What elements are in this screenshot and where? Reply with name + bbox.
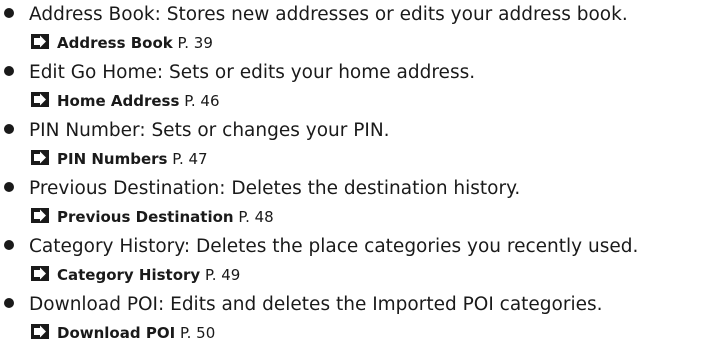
cross-reference[interactable]: Download POI P. 50 — [31, 320, 215, 346]
list-item: Previous Destination: Deletes the destin… — [0, 174, 714, 234]
item-term: Edit Go Home — [29, 62, 157, 83]
reference-title: Previous Destination — [57, 208, 234, 226]
list-item: Address Book: Stores new addresses or ed… — [0, 0, 714, 60]
reference-arrow-icon — [31, 92, 49, 107]
cross-reference[interactable]: Previous Destination P. 48 — [31, 204, 274, 230]
reference-page: P. 39 — [177, 34, 213, 52]
item-line: Category History: Deletes the place cate… — [0, 232, 638, 262]
bullet-dot-icon — [4, 124, 14, 134]
item-term: Previous Destination — [29, 178, 220, 199]
list-item: Download POI: Edits and deletes the Impo… — [0, 290, 714, 350]
reference-page: P. 50 — [179, 324, 216, 342]
item-description: : Sets or edits your home address. — [156, 62, 476, 83]
item-line: Download POI: Edits and deletes the Impo… — [0, 290, 603, 320]
item-description: : Deletes the destination history. — [219, 178, 521, 199]
reference-title: Address Book — [57, 34, 173, 52]
bullet-dot-icon — [4, 66, 14, 76]
list-item: Edit Go Home: Sets or edits your home ad… — [0, 58, 714, 118]
item-line: PIN Number: Sets or changes your PIN. — [0, 116, 390, 146]
bullet-dot-icon — [4, 298, 14, 308]
item-term: PIN Number — [29, 120, 140, 141]
reference-title: Home Address — [57, 92, 180, 110]
list-item: PIN Number: Sets or changes your PIN. PI… — [0, 116, 714, 176]
reference-arrow-icon — [31, 266, 49, 281]
item-description: : Stores new addresses or edits your add… — [154, 4, 628, 25]
cross-reference[interactable]: Category History P. 49 — [31, 262, 240, 288]
cross-reference[interactable]: Address Book P. 39 — [31, 30, 213, 56]
item-description: : Deletes the place categories you recen… — [183, 236, 639, 257]
reference-page: P. 47 — [172, 150, 208, 168]
reference-arrow-icon — [31, 324, 49, 339]
reference-arrow-icon — [31, 34, 49, 49]
item-description: : Edits and deletes the Imported POI cat… — [158, 294, 603, 315]
reference-arrow-icon — [31, 208, 49, 223]
cross-reference[interactable]: Home Address P. 46 — [31, 88, 220, 114]
bullet-dot-icon — [4, 8, 14, 18]
reference-title: PIN Numbers — [57, 150, 168, 168]
reference-page: P. 48 — [238, 208, 274, 226]
list-item: Category History: Deletes the place cate… — [0, 232, 714, 292]
reference-arrow-icon — [31, 150, 49, 165]
bullet-dot-icon — [4, 240, 14, 250]
item-line: Edit Go Home: Sets or edits your home ad… — [0, 58, 475, 88]
item-description: : Sets or changes your PIN. — [139, 120, 390, 141]
reference-title: Download POI — [57, 324, 176, 342]
cross-reference[interactable]: PIN Numbers P. 47 — [31, 146, 208, 172]
bullet-dot-icon — [4, 182, 14, 192]
item-term: Address Book — [29, 4, 155, 25]
reference-title: Category History — [57, 266, 201, 284]
item-line: Previous Destination: Deletes the destin… — [0, 174, 520, 204]
item-term: Category History — [29, 236, 184, 257]
item-line: Address Book: Stores new addresses or ed… — [0, 0, 628, 30]
item-term: Download POI — [29, 294, 159, 315]
reference-page: P. 49 — [204, 266, 241, 284]
reference-page: P. 46 — [184, 92, 220, 110]
